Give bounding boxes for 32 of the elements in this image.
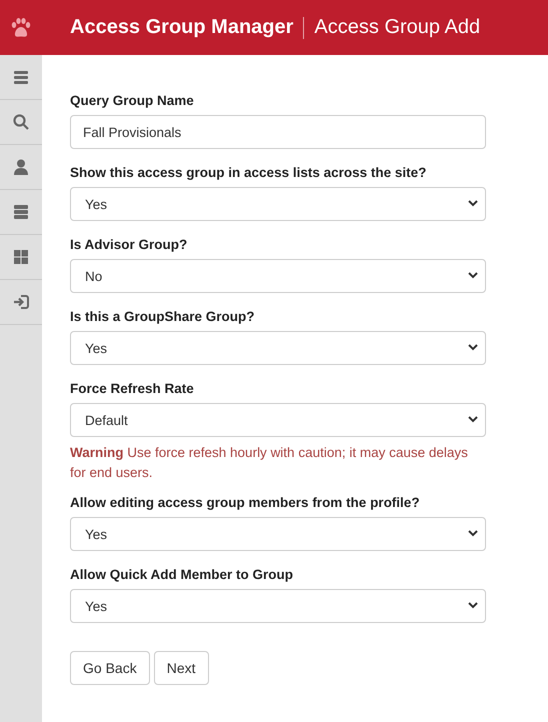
chevron-icon xyxy=(468,530,478,537)
chevron-icon xyxy=(468,602,478,609)
grid-icon xyxy=(12,248,30,266)
menu-icon xyxy=(12,68,30,86)
chevron-icon xyxy=(468,200,478,207)
next-button[interactable]: Next xyxy=(154,651,208,685)
text-field[interactable]: Fall Provisionals xyxy=(70,115,486,149)
dropdown-field[interactable]: Yes xyxy=(70,517,486,551)
field-label: Is Advisor Group? xyxy=(70,237,188,252)
chevron-icon xyxy=(468,416,478,423)
paw-icon xyxy=(10,16,32,38)
server-icon xyxy=(12,203,30,221)
page-title: Access Group Add xyxy=(314,16,480,39)
field-label: Allow Quick Add Member to Group xyxy=(70,567,294,582)
field-label: Query Group Name xyxy=(70,93,195,108)
field-label: Allow editing access group members from the profile? xyxy=(70,495,421,510)
back-button[interactable]: Go Back xyxy=(70,651,150,685)
user-icon xyxy=(12,158,30,176)
warning-text: Warning Use force refesh hourly with caution; it may cause delays for end users. xyxy=(70,444,469,482)
chevron-icon xyxy=(468,272,478,279)
dropdown-field[interactable]: Yes xyxy=(70,589,486,623)
dropdown-field[interactable]: Default xyxy=(70,403,486,437)
app-title: Access Group Manager xyxy=(70,16,294,39)
dropdown-field[interactable]: No xyxy=(70,259,486,293)
chevron-icon xyxy=(468,344,478,351)
field-label: Force Refresh Rate xyxy=(70,381,195,396)
dropdown-field[interactable]: Yes xyxy=(70,331,486,365)
sign-in-icon xyxy=(12,293,30,311)
field-label: Is this a GroupShare Group? xyxy=(70,309,256,324)
field-label: Show this access group in access lists across the site? xyxy=(70,165,428,180)
search-icon xyxy=(12,113,30,131)
dropdown-field[interactable]: Yes xyxy=(70,187,486,221)
